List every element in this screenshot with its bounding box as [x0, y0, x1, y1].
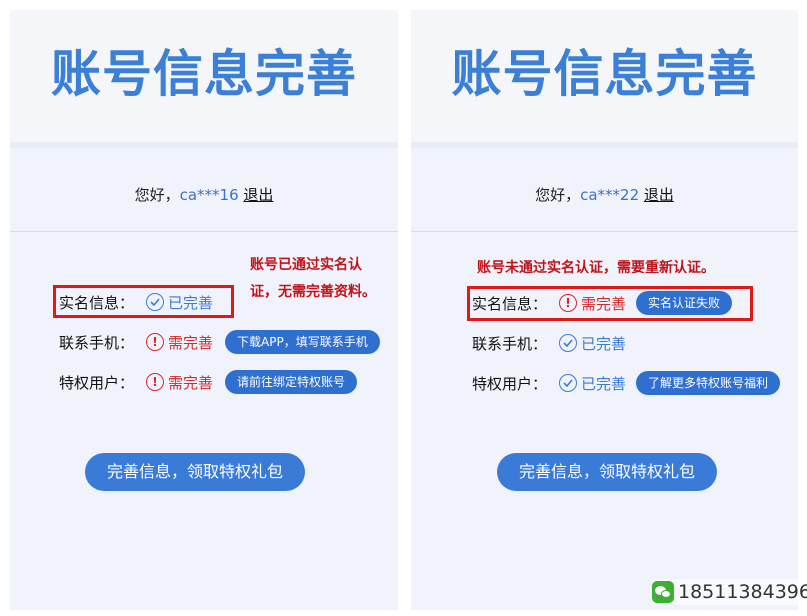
status-todo: ! 需完善: [146, 372, 213, 393]
page-header: 账号信息完善: [10, 10, 398, 142]
wechat-icon: [652, 581, 674, 603]
status-text: 已完善: [581, 334, 627, 353]
greeting: 您好，ca***16 退出: [10, 184, 398, 205]
row-label: 联系手机：: [59, 333, 135, 352]
bind-privilege-button[interactable]: 请前往绑定特权账号: [225, 370, 358, 394]
check-circle-icon: [559, 334, 578, 352]
note-line-1: 账号已通过实名认: [250, 257, 362, 273]
row-privileged-user: 特权用户： 已完善 了解更多特权账号福利: [472, 370, 781, 396]
logout-link[interactable]: 退出: [644, 186, 674, 204]
contact-watermark: 18511384396: [652, 579, 807, 605]
greeting-hello: 您好，: [134, 186, 180, 204]
status-text: 已完善: [581, 374, 627, 393]
divider: [411, 231, 798, 232]
right-panel: 账号信息完善 您好，ca***22 退出 账号未通过实名认证，需要重新认证。 实…: [411, 10, 798, 610]
warning-circle-icon: !: [146, 333, 165, 351]
header-separator: [10, 142, 398, 148]
note-line-2: 证，无需完善资料。: [250, 284, 376, 300]
row-label: 特权用户：: [59, 373, 135, 392]
warning-circle-icon: !: [146, 373, 165, 391]
status-text: 需完善: [168, 333, 214, 352]
page-title: 账号信息完善: [51, 45, 357, 103]
complete-info-button[interactable]: 完善信息，领取特权礼包: [497, 453, 717, 491]
header-separator: [411, 142, 798, 148]
logout-link[interactable]: 退出: [243, 186, 273, 204]
greeting: 您好，ca***22 退出: [411, 184, 798, 205]
status-done: 已完善: [559, 333, 626, 354]
check-circle-icon: [559, 374, 578, 392]
status-todo: ! 需完善: [146, 332, 213, 353]
highlight-box: [467, 286, 753, 321]
divider: [10, 231, 398, 232]
row-privileged-user: 特权用户： ! 需完善 请前往绑定特权账号: [59, 369, 358, 395]
row-contact-phone: 联系手机： ! 需完善 下载APP，填写联系手机: [59, 329, 380, 355]
row-contact-phone: 联系手机： 已完善: [472, 330, 626, 356]
status-done: 已完善: [559, 373, 626, 394]
page-title: 账号信息完善: [451, 45, 758, 103]
watermark-text: 18511384396: [678, 581, 807, 603]
download-app-button[interactable]: 下载APP，填写联系手机: [225, 330, 380, 354]
row-label: 特权用户：: [472, 374, 548, 393]
verification-note: 账号已通过实名认 证，无需完善资料。: [250, 252, 390, 306]
complete-info-button[interactable]: 完善信息，领取特权礼包: [85, 453, 305, 491]
username: ca***16: [179, 186, 239, 204]
row-label: 联系手机：: [472, 334, 548, 353]
greeting-hello: 您好，: [535, 186, 581, 204]
page-header: 账号信息完善: [411, 10, 798, 142]
highlight-box: [53, 285, 234, 318]
username: ca***22: [580, 186, 640, 204]
status-text: 需完善: [168, 373, 214, 392]
left-panel: 账号信息完善 您好，ca***16 退出 账号已通过实名认 证，无需完善资料。 …: [10, 10, 398, 610]
verification-note: 账号未通过实名认证，需要重新认证。: [477, 260, 715, 276]
privilege-benefits-button[interactable]: 了解更多特权账号福利: [636, 371, 781, 395]
